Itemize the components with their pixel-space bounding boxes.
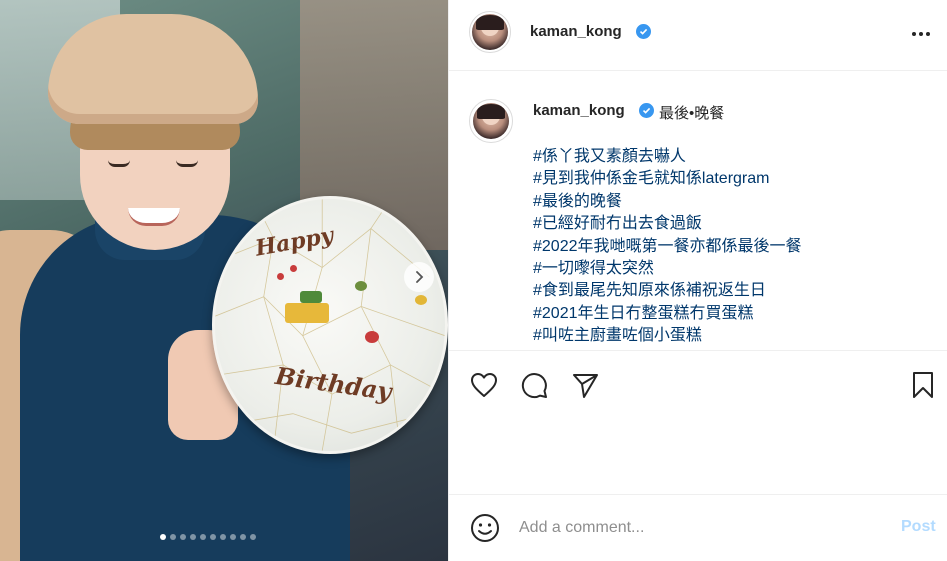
heart-icon	[471, 373, 497, 397]
dessert-plate: Happy Birthday	[212, 196, 448, 454]
sauce-dot	[365, 331, 379, 343]
carousel-dot	[200, 534, 206, 540]
comment-icon	[521, 373, 547, 399]
carousel-dot	[180, 534, 186, 540]
like-button[interactable]	[468, 369, 500, 401]
hashtag-link[interactable]: #2022年我哋嘅第一餐亦都係最後一餐	[533, 236, 802, 258]
comment-bar: Post	[449, 496, 947, 561]
avatar-image	[473, 103, 509, 139]
hashtag-link[interactable]: #係丫我又素顏去嚇人	[533, 146, 802, 168]
more-options-button[interactable]	[909, 22, 933, 46]
comment-button[interactable]	[519, 369, 551, 401]
carousel-dot	[230, 534, 236, 540]
sauce-dot	[290, 265, 297, 272]
post-username[interactable]: kaman_kong	[530, 23, 622, 40]
post-actions	[449, 350, 947, 495]
carousel-dot	[210, 534, 216, 540]
carousel-next-button[interactable]	[404, 262, 434, 292]
save-button[interactable]	[907, 369, 939, 401]
comment-input[interactable]	[519, 516, 879, 540]
carousel-dot	[170, 534, 176, 540]
emoji-button[interactable]	[469, 512, 501, 544]
caption-username[interactable]: kaman_kong	[533, 102, 625, 119]
hashtag-link[interactable]: #叫咗主廚畫咗個小蛋糕	[533, 325, 802, 347]
caption-area: kaman_kong 最後•晚餐 #係丫我又素顏去嚇人 #見到我仲係金毛就知係la…	[449, 72, 947, 350]
eye	[176, 160, 198, 167]
post-photo[interactable]: Happy Birthday	[0, 0, 448, 561]
smiley-icon	[471, 514, 499, 542]
sauce-dot	[355, 281, 367, 291]
cap	[48, 14, 258, 124]
sauce-dot	[277, 273, 284, 280]
hashtag-list: #係丫我又素顏去嚇人 #見到我仲係金毛就知係latergram #最後的晚餐 #已經好…	[533, 146, 802, 348]
caption-avatar[interactable]	[469, 99, 513, 143]
carousel-dot	[250, 534, 256, 540]
post-side-panel: kaman_kong kaman_kong 最後•晚餐 #係丫我又素顏去嚇人 #見…	[448, 0, 947, 561]
paper-plane-icon	[573, 374, 598, 398]
sauce-dot	[415, 295, 427, 305]
hashtag-link[interactable]: #食到最尾先知原來係補祝返生日	[533, 280, 802, 302]
post-comment-button[interactable]: Post	[901, 518, 936, 536]
bookmark-icon	[913, 372, 933, 398]
hashtag-link[interactable]: #2021年生日冇整蛋糕冇買蛋糕	[533, 303, 802, 325]
share-button[interactable]	[569, 369, 601, 401]
post-header: kaman_kong	[449, 0, 947, 71]
chevron-right-icon	[416, 271, 424, 283]
carousel-dot	[160, 534, 166, 540]
verified-badge-icon	[639, 103, 654, 118]
caption-text: 最後•晚餐	[659, 105, 725, 122]
avatar[interactable]	[469, 11, 511, 53]
cake-drawing	[300, 291, 322, 303]
hashtag-link[interactable]: #見到我仲係金毛就知係latergram	[533, 168, 802, 190]
cake-drawing	[285, 303, 329, 323]
carousel-dot	[190, 534, 196, 540]
hashtag-link[interactable]: #已經好耐冇出去食過飯	[533, 213, 802, 235]
hashtag-link[interactable]: #一切嚟得太突然	[533, 258, 802, 280]
more-options-icon	[912, 32, 916, 36]
hashtag-link[interactable]: #最後的晚餐	[533, 191, 802, 213]
avatar-image	[472, 14, 508, 50]
carousel-indicator	[160, 534, 256, 540]
carousel-dot	[220, 534, 226, 540]
verified-badge-icon	[636, 24, 651, 39]
eye	[108, 160, 130, 167]
carousel-dot	[240, 534, 246, 540]
